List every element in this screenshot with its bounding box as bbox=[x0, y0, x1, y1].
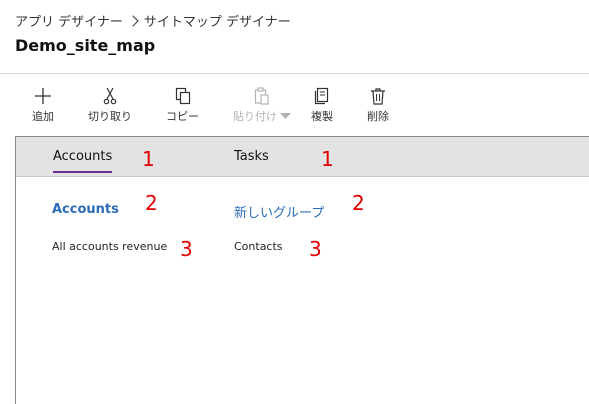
toolbar: 追加 切り取り コピー 貼り付け 複製 削除 bbox=[0, 74, 589, 136]
paste-label: 貼り付け bbox=[233, 110, 277, 123]
plus-icon bbox=[34, 86, 52, 106]
copy-label: コピー bbox=[166, 110, 199, 123]
copy-button[interactable]: コピー bbox=[166, 86, 199, 124]
add-label: 追加 bbox=[32, 110, 54, 123]
cut-button[interactable]: 切り取り bbox=[88, 86, 132, 124]
area-bar: Accounts 1 Tasks 1 bbox=[16, 137, 589, 177]
annotation-marker: 2 bbox=[352, 191, 365, 215]
scissors-icon bbox=[102, 86, 118, 106]
sitemap-canvas: Accounts 1 Tasks 1 Accounts 2 新しいグループ 2 … bbox=[15, 136, 589, 404]
duplicate-label: 複製 bbox=[311, 110, 333, 123]
duplicate-button[interactable]: 複製 bbox=[311, 86, 333, 124]
area-tab-accounts[interactable]: Accounts bbox=[53, 149, 113, 173]
chevron-right-icon bbox=[127, 14, 139, 27]
annotation-marker: 2 bbox=[145, 191, 158, 215]
trash-icon bbox=[370, 86, 386, 106]
add-button[interactable]: 追加 bbox=[32, 86, 54, 124]
page-title: Demo_site_map bbox=[15, 36, 156, 55]
delete-label: 削除 bbox=[367, 110, 389, 123]
breadcrumb: アプリ デザイナー サイトマップ デザイナー bbox=[15, 11, 291, 30]
group-new[interactable]: 新しいグループ bbox=[234, 202, 324, 221]
dropdown-arrow-icon bbox=[280, 112, 291, 119]
paste-button[interactable]: 貼り付け bbox=[233, 86, 291, 124]
area-tab-tasks[interactable]: Tasks bbox=[234, 149, 269, 164]
breadcrumb-app-designer[interactable]: アプリ デザイナー bbox=[15, 11, 123, 30]
annotation-marker: 3 bbox=[309, 237, 322, 261]
annotation-marker: 3 bbox=[180, 237, 193, 261]
paste-label-wrap: 貼り付け bbox=[233, 108, 291, 124]
breadcrumb-sitemap-designer: サイトマップ デザイナー bbox=[143, 15, 291, 30]
duplicate-icon bbox=[314, 86, 330, 106]
cut-label: 切り取り bbox=[88, 110, 132, 123]
subarea-contacts[interactable]: Contacts bbox=[234, 240, 283, 253]
copy-icon bbox=[175, 86, 191, 106]
annotation-marker: 1 bbox=[142, 147, 155, 171]
paste-icon bbox=[254, 86, 270, 106]
group-accounts[interactable]: Accounts bbox=[52, 202, 119, 217]
subarea-all-accounts-revenue[interactable]: All accounts revenue bbox=[52, 240, 167, 253]
annotation-marker: 1 bbox=[321, 147, 334, 171]
delete-button[interactable]: 削除 bbox=[367, 86, 389, 124]
header: アプリ デザイナー サイトマップ デザイナー Demo_site_map bbox=[0, 0, 589, 73]
